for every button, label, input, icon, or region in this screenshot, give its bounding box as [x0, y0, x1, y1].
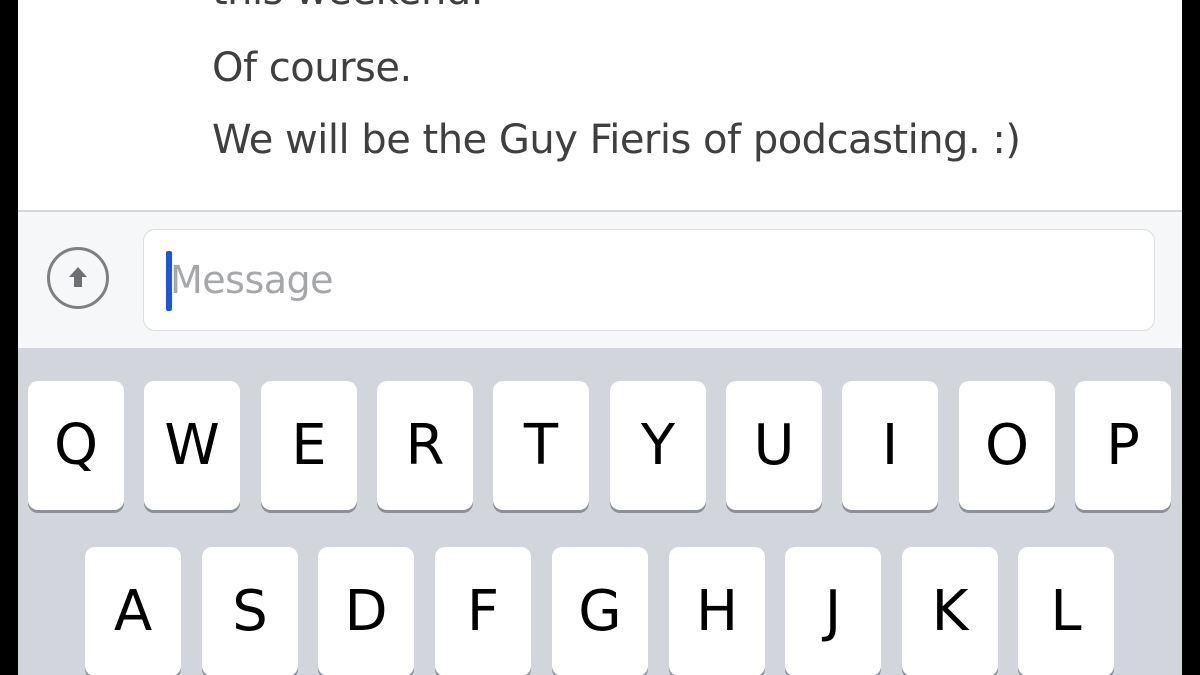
chat-screen: this weekend. Of course. We will be the … [18, 0, 1182, 675]
key-f[interactable]: F [435, 547, 531, 675]
message-text: this weekend. [212, 0, 483, 14]
message-composer [18, 210, 1182, 350]
key-u[interactable]: U [726, 381, 822, 510]
upload-button[interactable] [47, 247, 109, 309]
key-o[interactable]: O [959, 381, 1055, 510]
key-e[interactable]: E [261, 381, 357, 510]
message-text: Of course. [212, 45, 412, 91]
key-d[interactable]: D [318, 547, 414, 675]
keyboard: Q W E R T Y U I O P A S D F G H J K L [18, 348, 1182, 675]
key-g[interactable]: G [552, 547, 648, 675]
key-t[interactable]: T [493, 381, 589, 510]
key-p[interactable]: P [1075, 381, 1171, 510]
key-s[interactable]: S [202, 547, 298, 675]
key-r[interactable]: R [377, 381, 473, 510]
key-k[interactable]: K [902, 547, 998, 675]
key-j[interactable]: J [785, 547, 881, 675]
key-w[interactable]: W [144, 381, 240, 510]
message-text: We will be the Guy Fieris of podcasting.… [212, 117, 1021, 163]
key-l[interactable]: L [1018, 547, 1114, 675]
message-field[interactable] [143, 229, 1155, 331]
key-q[interactable]: Q [28, 381, 124, 510]
message-input[interactable] [170, 230, 1130, 330]
key-h[interactable]: H [669, 547, 765, 675]
key-a[interactable]: A [85, 547, 181, 675]
key-y[interactable]: Y [610, 381, 706, 510]
upload-arrow-icon [69, 267, 87, 287]
key-i[interactable]: I [842, 381, 938, 510]
message-list: this weekend. Of course. We will be the … [18, 0, 1182, 210]
